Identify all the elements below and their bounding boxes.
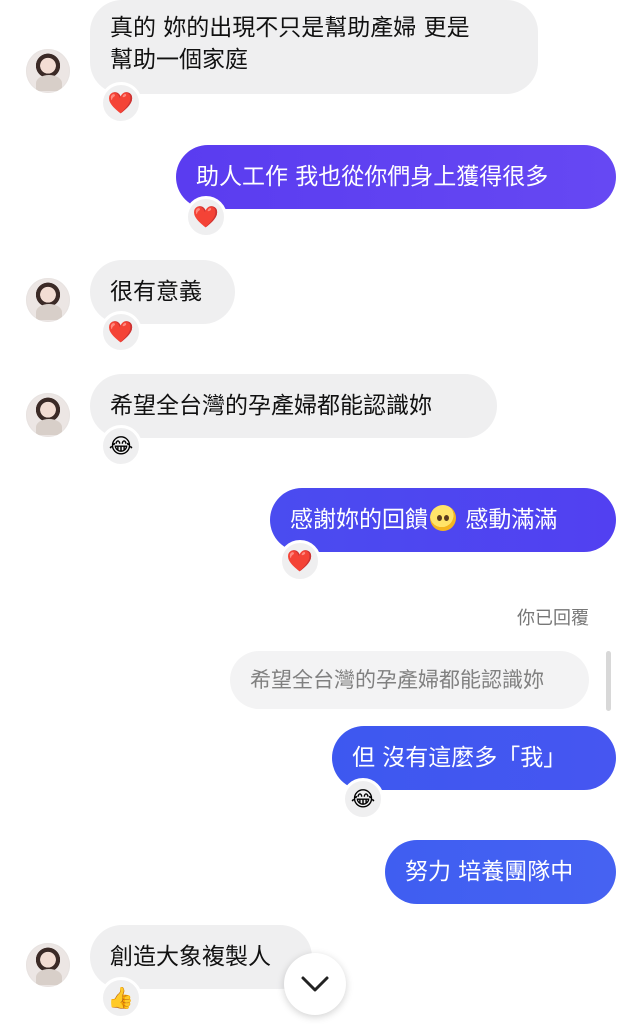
thumbs-up-icon: 👍: [107, 985, 135, 1010]
message-text: 感謝妳的回饋: [290, 507, 428, 533]
reply-label: 你已回覆: [517, 608, 589, 629]
sender-avatar[interactable]: [26, 393, 70, 437]
outgoing-message-bubble[interactable]: 但 沒有這麼多「我」: [332, 726, 616, 790]
message-text: 感動滿滿: [465, 507, 558, 533]
heart-reaction[interactable]: ❤️: [185, 196, 227, 238]
message-text: 很有意義: [110, 279, 202, 305]
heart-reaction[interactable]: ❤️: [100, 82, 142, 124]
scroll-to-bottom-button[interactable]: [284, 953, 346, 1015]
incoming-message-bubble[interactable]: 希望全台灣的孕產婦都能認識妳: [90, 374, 497, 438]
heart-icon: ❤️: [286, 548, 314, 573]
message-text: 創造大象複製人: [110, 944, 271, 970]
message-text: 助人工作 我也從你們身上獲得很多: [196, 164, 549, 190]
chevron-down-icon: [301, 976, 329, 992]
heart-icon: ❤️: [192, 204, 220, 229]
tears-of-joy-icon: 😂: [350, 786, 376, 811]
message-line: 真的 妳的出現不只是幫助產婦 更是: [110, 15, 470, 41]
sender-avatar[interactable]: [26, 278, 70, 322]
tears-of-joy-icon: 😂: [108, 433, 134, 458]
outgoing-message-bubble[interactable]: 努力 培養團隊中: [385, 840, 616, 904]
message-text: 但 沒有這麼多「我」: [352, 745, 567, 771]
quote-bar: [606, 651, 611, 711]
message-text: 努力 培養團隊中: [405, 859, 574, 885]
sender-avatar[interactable]: [26, 943, 70, 987]
heart-reaction[interactable]: ❤️: [100, 311, 142, 353]
heart-icon: ❤️: [107, 90, 135, 115]
laughing-reaction[interactable]: 😂: [100, 425, 142, 467]
outgoing-message-bubble[interactable]: 感謝妳的回饋 感動滿滿: [270, 488, 616, 552]
sender-avatar[interactable]: [26, 49, 70, 93]
outgoing-message-bubble[interactable]: 助人工作 我也從你們身上獲得很多: [176, 145, 616, 209]
quoted-message[interactable]: 希望全台灣的孕產婦都能認識妳: [230, 651, 589, 709]
message-text: 希望全台灣的孕產婦都能認識妳: [110, 393, 432, 419]
message-line: 幫助一個家庭: [110, 47, 248, 73]
heart-icon: ❤️: [107, 319, 135, 344]
thumbs-up-reaction[interactable]: 👍: [100, 977, 142, 1019]
heart-reaction[interactable]: ❤️: [279, 540, 321, 582]
incoming-message-bubble[interactable]: 真的 妳的出現不只是幫助產婦 更是 幫助一個家庭: [90, 0, 538, 94]
pleading-face-emoji-icon: [430, 505, 456, 531]
laughing-reaction[interactable]: 😂: [342, 778, 384, 820]
